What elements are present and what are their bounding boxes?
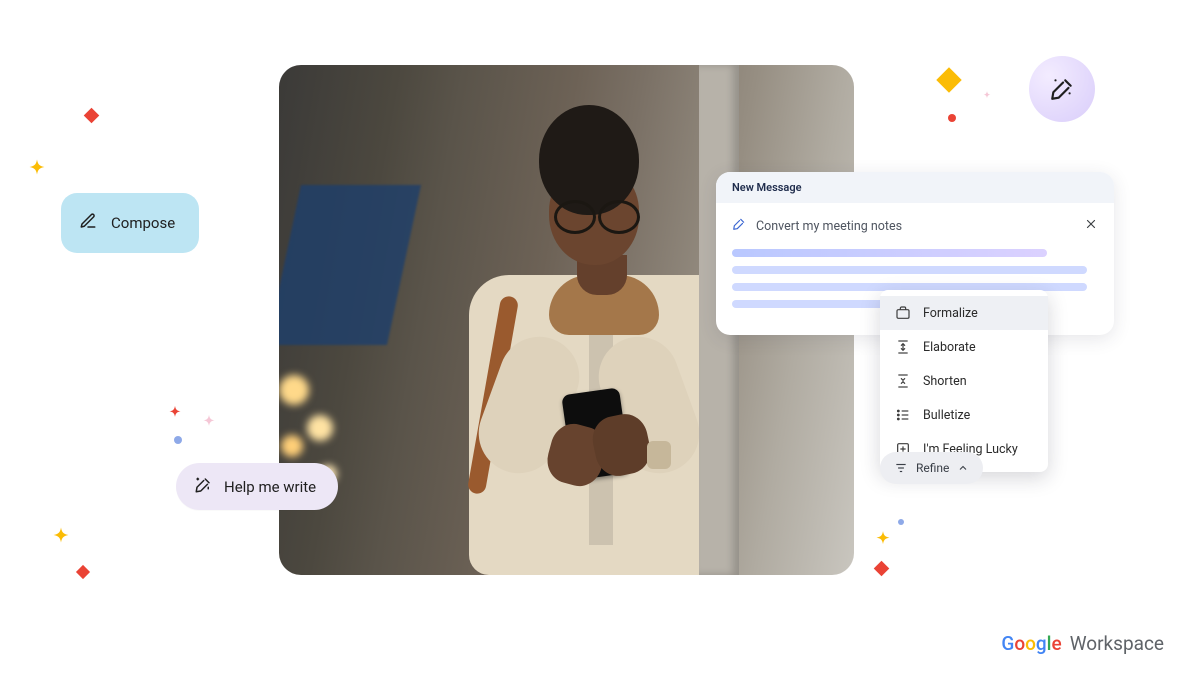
refine-menu: Formalize Elaborate Shorten Bulletize I'… <box>880 290 1048 472</box>
prompt-text: Convert my meeting notes <box>756 219 902 234</box>
compose-button[interactable]: Compose <box>61 193 199 253</box>
diamond-icon <box>76 565 90 579</box>
panel-title: New Message <box>716 172 1114 203</box>
compose-label: Compose <box>111 214 175 232</box>
close-icon[interactable] <box>1084 217 1098 235</box>
menu-item-shorten[interactable]: Shorten <box>880 364 1048 398</box>
dot-icon <box>898 519 904 525</box>
wand-badge <box>1029 56 1095 122</box>
dot-icon <box>174 436 182 444</box>
briefcase-icon <box>895 305 911 321</box>
dot-icon <box>948 114 956 122</box>
expand-vertical-icon <box>895 339 911 355</box>
menu-item-bulletize[interactable]: Bulletize <box>880 398 1048 432</box>
workspace-label: Workspace <box>1070 632 1164 655</box>
help-me-write-label: Help me write <box>224 478 316 496</box>
refine-label: Refine <box>916 461 949 475</box>
filter-icon <box>894 461 908 475</box>
diamond-icon <box>936 67 961 92</box>
menu-item-label: Elaborate <box>923 340 976 355</box>
sparkle-icon <box>22 157 52 187</box>
collapse-vertical-icon <box>895 373 911 389</box>
sparkle-icon <box>198 413 220 435</box>
pencil-icon <box>79 212 97 234</box>
sparkle-icon <box>870 529 896 555</box>
sparkle-icon <box>980 90 994 104</box>
menu-item-elaborate[interactable]: Elaborate <box>880 330 1048 364</box>
diamond-icon <box>84 108 100 124</box>
menu-item-label: Shorten <box>923 374 967 389</box>
bullet-list-icon <box>895 407 911 423</box>
help-me-write-button[interactable]: Help me write <box>176 463 338 510</box>
menu-item-label: Bulletize <box>923 408 970 423</box>
menu-item-label: Formalize <box>923 306 978 321</box>
sparkle-icon <box>46 525 76 555</box>
wand-icon <box>732 217 746 235</box>
refine-button[interactable]: Refine <box>880 452 983 484</box>
diamond-icon <box>874 561 890 577</box>
chevron-up-icon <box>957 462 969 474</box>
menu-item-formalize[interactable]: Formalize <box>880 296 1048 330</box>
google-workspace-logo: Google Workspace <box>1001 632 1164 655</box>
wand-icon <box>194 476 212 498</box>
sparkle-icon <box>164 404 186 426</box>
